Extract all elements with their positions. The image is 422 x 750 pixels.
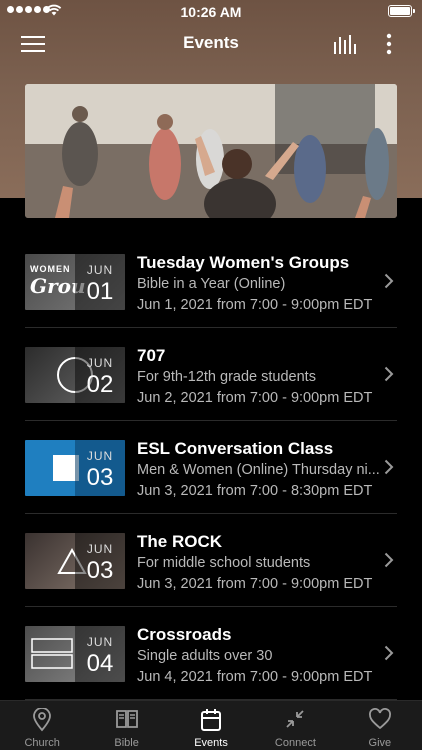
event-subtitle: Bible in a Year (Online) bbox=[137, 276, 286, 292]
event-thumbnail: WOMEN Grou JUN 01 bbox=[25, 254, 125, 310]
heart-icon bbox=[368, 708, 391, 730]
chevron-right-icon bbox=[384, 552, 394, 568]
more-vertical-icon bbox=[386, 33, 392, 55]
date-badge: JUN 04 bbox=[75, 626, 125, 682]
event-row[interactable]: JUN 04 Crossroads Single adults over 30 … bbox=[0, 607, 422, 700]
event-datetime: Jun 3, 2021 from 7:00 - 8:30pm EDT bbox=[137, 483, 373, 499]
crossroads-logo-icon bbox=[31, 638, 73, 669]
event-thumbnail: JUN 03 bbox=[25, 533, 125, 589]
date-day: 04 bbox=[86, 650, 114, 677]
date-badge: JUN 02 bbox=[75, 347, 125, 403]
hero-image bbox=[25, 84, 397, 218]
equalizer-icon bbox=[334, 35, 356, 54]
tab-connect[interactable]: Connect bbox=[253, 701, 337, 750]
tab-bar: Church Bible Events Connect Give bbox=[0, 700, 422, 750]
date-day: 02 bbox=[86, 371, 114, 398]
event-list: WOMEN Grou JUN 01 Tuesday Women's Groups… bbox=[0, 235, 422, 700]
event-row[interactable]: JUN 03 The ROCK For middle school studen… bbox=[0, 514, 422, 607]
navbar: Events bbox=[0, 24, 422, 64]
event-title: 707 bbox=[137, 346, 166, 365]
date-month: JUN bbox=[86, 449, 114, 463]
date-badge: JUN 01 bbox=[75, 254, 125, 310]
event-title: Tuesday Women's Groups bbox=[137, 253, 350, 272]
date-day: 03 bbox=[86, 464, 114, 491]
date-month: JUN bbox=[86, 635, 114, 649]
event-thumbnail: JUN 04 bbox=[25, 626, 125, 682]
date-day: 01 bbox=[86, 278, 114, 305]
book-icon bbox=[115, 710, 138, 728]
more-button[interactable] bbox=[375, 30, 403, 58]
chevron-right-icon bbox=[384, 366, 394, 382]
chevron-right-icon bbox=[384, 273, 394, 289]
event-title: Crossroads bbox=[137, 625, 232, 644]
event-subtitle: For middle school students bbox=[137, 555, 311, 571]
worship-photo bbox=[25, 84, 397, 218]
date-month: JUN bbox=[86, 263, 114, 277]
tab-give[interactable]: Give bbox=[338, 701, 422, 750]
chevron-right-icon bbox=[384, 645, 394, 661]
chevron-right-icon bbox=[384, 459, 394, 475]
date-badge: JUN 03 bbox=[75, 440, 125, 496]
event-row[interactable]: JUN 02 707 For 9th-12th grade students J… bbox=[0, 328, 422, 421]
thumbnail-logo: WOMEN bbox=[30, 264, 71, 274]
event-row[interactable]: JUN 03 ESL Conversation Class Men & Wome… bbox=[0, 421, 422, 514]
tab-label: Events bbox=[194, 737, 228, 749]
calendar-icon bbox=[201, 709, 222, 731]
event-subtitle: Single adults over 30 bbox=[137, 648, 273, 664]
tab-events[interactable]: Events bbox=[169, 701, 253, 750]
event-datetime: Jun 1, 2021 from 7:00 - 9:00pm EDT bbox=[137, 297, 373, 313]
event-title: ESL Conversation Class bbox=[137, 439, 334, 458]
status-time: 10:26 AM bbox=[180, 4, 242, 20]
event-subtitle: For 9th-12th grade students bbox=[137, 369, 316, 385]
date-month: JUN bbox=[86, 356, 114, 370]
tab-label: Give bbox=[368, 737, 392, 749]
event-row[interactable]: WOMEN Grou JUN 01 Tuesday Women's Groups… bbox=[0, 235, 422, 328]
event-title: The ROCK bbox=[137, 532, 222, 551]
tab-label: Bible bbox=[114, 737, 139, 749]
tab-bible[interactable]: Bible bbox=[84, 701, 168, 750]
map-pin-icon bbox=[33, 708, 52, 732]
date-day: 03 bbox=[86, 557, 114, 584]
event-thumbnail: JUN 03 bbox=[25, 440, 125, 496]
event-subtitle: Men & Women (Online) Thursday ni... bbox=[137, 462, 380, 478]
event-datetime: Jun 3, 2021 from 7:00 - 9:00pm EDT bbox=[137, 576, 373, 592]
arrows-in-icon bbox=[286, 710, 305, 728]
battery-icon bbox=[388, 5, 415, 17]
tab-label: Connect bbox=[274, 737, 316, 749]
date-month: JUN bbox=[86, 542, 114, 556]
tab-church[interactable]: Church bbox=[0, 701, 84, 750]
event-thumbnail: JUN 02 bbox=[25, 347, 125, 403]
audio-button[interactable] bbox=[331, 30, 359, 58]
event-datetime: Jun 4, 2021 from 7:00 - 9:00pm EDT bbox=[137, 669, 373, 685]
status-bar: 10:26 AM bbox=[0, 0, 422, 24]
event-datetime: Jun 2, 2021 from 7:00 - 9:00pm EDT bbox=[137, 390, 373, 406]
date-badge: JUN 03 bbox=[75, 533, 125, 589]
tab-label: Church bbox=[24, 737, 60, 749]
